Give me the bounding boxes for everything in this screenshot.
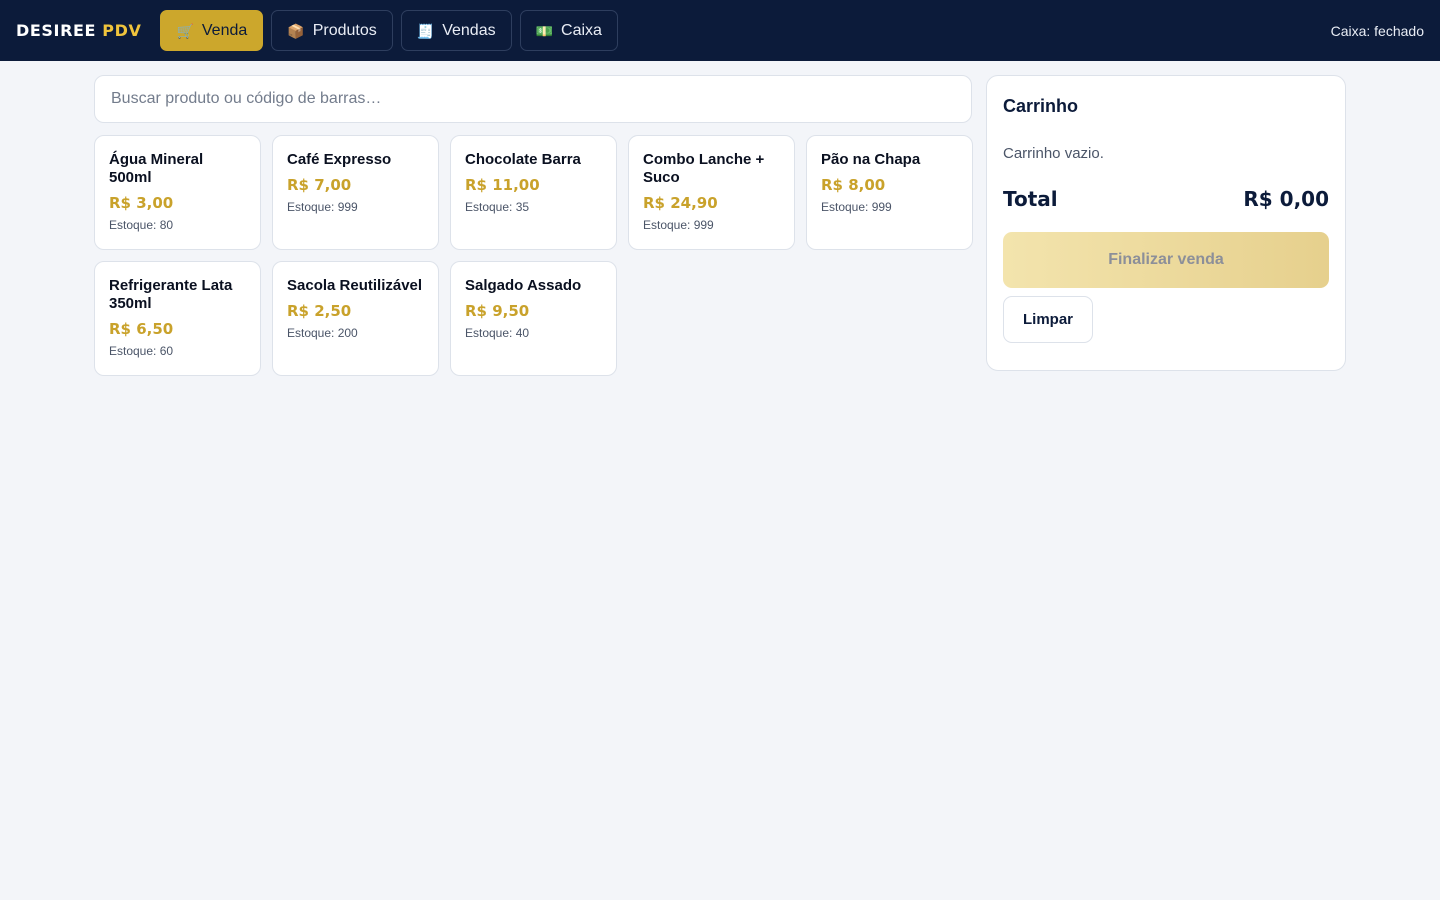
product-stock: Estoque: 40 — [465, 326, 530, 340]
product-stock: Estoque: 35 — [465, 200, 530, 214]
product-price: R$ 24,90 — [643, 194, 718, 212]
brand-accent: PDV — [102, 21, 142, 40]
receipt-icon: 🧾 — [416, 22, 435, 39]
product-name: Sacola Reutilizável — [287, 277, 423, 294]
finish-sale-button[interactable]: Finalizar venda — [1003, 232, 1329, 288]
product-name: Refrigerante Lata 350ml — [109, 277, 233, 312]
cart-total-label: Total — [1003, 187, 1058, 211]
main-nav: 🛒 Venda 📦 Produtos 🧾 Vendas 💵 Caixa — [160, 10, 618, 51]
product-card[interactable]: Sacola Reutilizável R$ 2,50 Estoque: 200 — [272, 261, 439, 376]
nav-tab-vendas[interactable]: 🧾 Vendas — [400, 10, 512, 51]
package-icon: 📦 — [287, 22, 305, 39]
nav-tab-caixa[interactable]: 💵 Caixa — [519, 10, 618, 51]
product-card[interactable]: Chocolate Barra R$ 11,00 Estoque: 35 — [450, 135, 617, 250]
nav-tab-venda[interactable]: 🛒 Venda — [160, 10, 264, 51]
product-name: Pão na Chapa — [821, 151, 921, 168]
sale-screen: Água Mineral 500ml R$ 3,00 Estoque: 80 Café… — [0, 61, 1440, 900]
product-name: Combo Lanche + Suco — [643, 151, 765, 186]
nav-tab-label: Caixa — [561, 21, 602, 39]
brand-logo: DESIREE PDV — [16, 21, 141, 40]
product-price: R$ 8,00 — [821, 176, 886, 194]
nav-tab-label: Venda — [201, 21, 248, 39]
product-price: R$ 6,50 — [109, 320, 174, 338]
brand-name: DESIREE — [16, 21, 97, 40]
product-stock: Estoque: 60 — [109, 344, 174, 358]
cart-total-value: R$ 0,00 — [1243, 187, 1329, 211]
register-status: Caixa: fechado — [1330, 22, 1424, 39]
cash-icon: 💵 — [535, 22, 554, 39]
products-area: Água Mineral 500ml R$ 3,00 Estoque: 80 Café… — [94, 75, 973, 376]
product-name: Salgado Assado — [465, 277, 582, 294]
product-stock: Estoque: 200 — [287, 326, 358, 340]
product-card[interactable]: Refrigerante Lata 350ml R$ 6,50 Estoque: 6… — [94, 261, 261, 376]
product-card[interactable]: Café Expresso R$ 7,00 Estoque: 999 — [272, 135, 439, 250]
product-search-input[interactable] — [94, 75, 972, 123]
product-stock: Estoque: 999 — [287, 200, 358, 214]
cart-icon: 🛒 — [176, 22, 194, 39]
product-name: Água Mineral 500ml — [109, 151, 204, 186]
product-card[interactable]: Combo Lanche + Suco R$ 24,90 Estoque: 999 — [628, 135, 795, 250]
product-price: R$ 3,00 — [109, 194, 174, 212]
cart-empty-message: Carrinho vazio. — [1003, 145, 1104, 162]
product-grid: Água Mineral 500ml R$ 3,00 Estoque: 80 Café… — [94, 135, 973, 376]
product-name: Chocolate Barra — [465, 151, 581, 168]
cart-total-row: Total R$ 0,00 — [1003, 187, 1329, 211]
clear-cart-button[interactable]: Limpar — [1003, 296, 1093, 343]
product-card[interactable]: Salgado Assado R$ 9,50 Estoque: 40 — [450, 261, 617, 376]
product-price: R$ 9,50 — [465, 302, 530, 320]
nav-tab-label: Vendas — [442, 21, 496, 39]
cart-title: Carrinho — [1003, 96, 1079, 116]
product-price: R$ 11,00 — [465, 176, 540, 194]
product-card[interactable]: Água Mineral 500ml R$ 3,00 Estoque: 80 — [94, 135, 261, 250]
product-price: R$ 2,50 — [287, 302, 352, 320]
product-stock: Estoque: 999 — [821, 200, 892, 214]
top-bar: DESIREE PDV 🛒 Venda 📦 Produtos 🧾 Vendas 💵 Caixa… — [0, 0, 1440, 61]
product-stock: Estoque: 999 — [643, 218, 714, 232]
nav-tab-produtos[interactable]: 📦 Produtos — [271, 10, 393, 51]
product-name: Café Expresso — [287, 151, 392, 168]
nav-tab-label: Produtos — [312, 21, 377, 39]
product-price: R$ 7,00 — [287, 176, 352, 194]
cart-panel: Carrinho Carrinho vazio. Total R$ 0,00 F… — [986, 75, 1346, 371]
product-card[interactable]: Pão na Chapa R$ 8,00 Estoque: 999 — [806, 135, 973, 250]
product-stock: Estoque: 80 — [109, 218, 174, 232]
